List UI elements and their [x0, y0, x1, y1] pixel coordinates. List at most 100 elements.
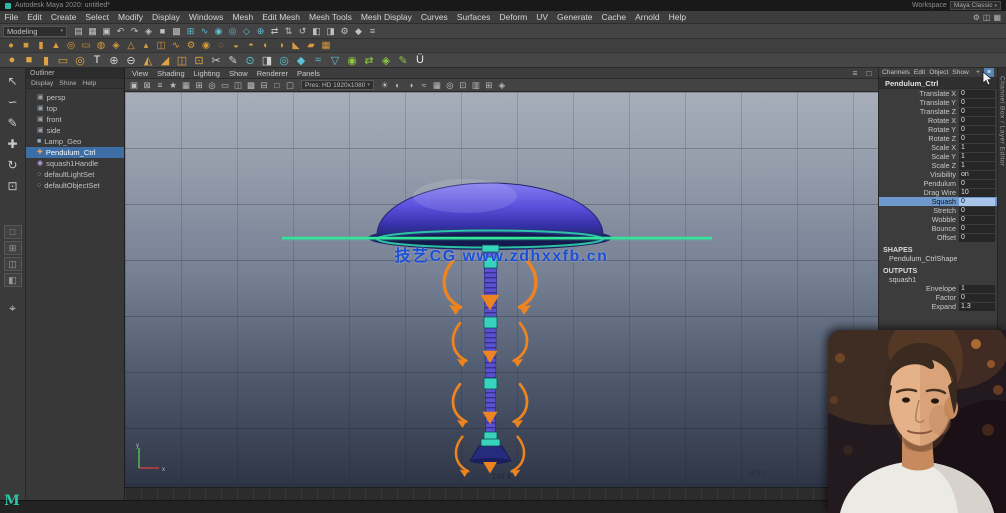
Squash[interactable]: Squash 0	[879, 197, 997, 206]
outliner-tab[interactable]: Outliner	[26, 68, 124, 79]
lasso-tool[interactable]: ∽	[3, 92, 23, 111]
isolate-select-icon[interactable]: ⊡	[457, 80, 469, 91]
poly-wedge-icon[interactable]: ◣	[289, 40, 303, 52]
viewport-menu[interactable]: Shading	[153, 69, 189, 78]
Rotate X[interactable]: Rotate X 0	[879, 116, 997, 125]
Rotate Y[interactable]: Rotate Y 0	[879, 125, 997, 134]
scale-tool[interactable]: ⊡	[3, 176, 23, 195]
channel-value-field[interactable]: 1.3	[959, 303, 995, 311]
render-frame-icon[interactable]: ◧	[310, 25, 323, 38]
ik-handle-icon[interactable]: ⇄	[361, 53, 377, 67]
poly-cube-icon[interactable]: ■	[19, 40, 33, 52]
pan-zoom-icon[interactable]: ⊞	[193, 80, 205, 91]
snap-grid-icon[interactable]: ⊞	[184, 25, 197, 38]
poly-helix-icon[interactable]: ∿	[169, 40, 183, 52]
quad-draw-icon[interactable]: ✎	[225, 53, 241, 67]
two-pane-layout-button[interactable]: ◫	[4, 257, 22, 271]
hypershade-icon[interactable]: ◆	[352, 25, 365, 38]
menu-item[interactable]: Modify	[114, 12, 148, 22]
menu-set-selector[interactable]: Modeling ▾	[3, 26, 67, 37]
poly-prism-icon[interactable]: ▴	[139, 40, 153, 52]
workspace-grid-icon[interactable]: ▦	[993, 13, 1001, 22]
Offset[interactable]: Offset 0	[879, 233, 997, 242]
channel-value-field[interactable]: 1	[959, 285, 995, 293]
channel-value-field[interactable]: 10	[959, 189, 995, 197]
snap-view-plane-icon[interactable]: ◇	[240, 25, 253, 38]
save-scene-icon[interactable]: ▣	[100, 25, 113, 38]
safe-title-icon[interactable]: ▢	[284, 80, 296, 91]
poly-pyramid-icon[interactable]: △	[124, 40, 138, 52]
wireframe-on-shaded-icon[interactable]: ◈	[496, 80, 508, 91]
workspace-selector[interactable]: Maya Classic ▾	[950, 1, 1001, 10]
select-camera-icon[interactable]: ▣	[128, 80, 140, 91]
mirror-icon[interactable]: ◨	[259, 53, 275, 67]
Rotate Z[interactable]: Rotate Z 0	[879, 134, 997, 143]
Scale Z[interactable]: Scale Z 1	[879, 161, 997, 170]
four-pane-layout-button[interactable]: ⊞	[4, 241, 22, 255]
image-plane-icon[interactable]: ▦	[180, 80, 192, 91]
time-slider[interactable]	[125, 487, 878, 500]
Factor[interactable]: Factor 0	[879, 293, 997, 302]
channel-value-field[interactable]: 0	[959, 198, 995, 206]
boolean-icon[interactable]: ◭	[140, 53, 156, 67]
menu-item[interactable]: Create	[46, 12, 81, 22]
select-hierarchy-icon[interactable]: ◈	[142, 25, 155, 38]
select-tool[interactable]: ↖	[3, 71, 23, 90]
channel-value-field[interactable]: 1	[959, 153, 995, 161]
lock-camera-icon[interactable]: ⊠	[141, 80, 153, 91]
new-scene-icon[interactable]: ▤	[72, 25, 85, 38]
reduce-icon[interactable]: ▽	[327, 53, 343, 67]
input-connections-icon[interactable]: ⇄	[268, 25, 281, 38]
viewport-menu[interactable]: View	[128, 69, 152, 78]
rotate-tool[interactable]: ↻	[3, 155, 23, 174]
channel-value-field[interactable]: 0	[959, 225, 995, 233]
outliner-item-squash-handle[interactable]: ◉ squash1Handle	[26, 158, 124, 169]
redo-icon[interactable]: ↷	[128, 25, 141, 38]
motion-blur-icon[interactable]: ≈	[418, 80, 430, 91]
target-weld-icon[interactable]: ⊙	[242, 53, 258, 67]
persp-outliner-layout-button[interactable]: ◧	[4, 273, 22, 287]
poly-ring-icon[interactable]: ◓	[244, 40, 258, 52]
bookmarks-icon[interactable]: ★	[167, 80, 179, 91]
poly-gear-icon[interactable]: ⚙	[184, 40, 198, 52]
channel-value-field[interactable]: 0	[959, 135, 995, 143]
gate-mask-icon[interactable]: ▩	[245, 80, 257, 91]
menu-item[interactable]: Mesh Tools	[305, 12, 357, 22]
smooth-icon[interactable]: ≈	[310, 53, 326, 67]
zoom-tool[interactable]: ⌖	[3, 299, 23, 318]
soft-select-icon[interactable]: ◎	[276, 53, 292, 67]
menu-item[interactable]: Help	[664, 12, 690, 22]
channel-value-field[interactable]: 0	[959, 99, 995, 107]
render-settings-icon[interactable]: ⚙	[338, 25, 351, 38]
xray-icon[interactable]: ▥	[470, 80, 482, 91]
menu-item[interactable]: Mesh Display	[356, 12, 416, 22]
open-scene-icon[interactable]: ▦	[86, 25, 99, 38]
viewport-menu[interactable]: Lighting	[190, 69, 224, 78]
make-live-icon[interactable]: ⊕	[254, 25, 267, 38]
viewport-menu[interactable]: Panels	[293, 69, 324, 78]
poly-platonic-icon[interactable]: ◈	[109, 40, 123, 52]
poly-disc-icon[interactable]: ◍	[94, 40, 108, 52]
workspace-panes-icon[interactable]: ◫	[983, 13, 991, 22]
channel-box-menu[interactable]: Object	[929, 69, 948, 76]
menu-item[interactable]: Mesh	[228, 12, 258, 22]
outliner-item-top[interactable]: ▣ top	[26, 103, 124, 114]
viewport-menu[interactable]: Renderer	[253, 69, 292, 78]
menu-item[interactable]: Curves	[416, 12, 452, 22]
menu-item[interactable]: UV	[532, 12, 553, 22]
channel-box-menu[interactable]: Edit	[914, 69, 925, 76]
move-tool[interactable]: ✚	[3, 134, 23, 153]
snap-curve-icon[interactable]: ∿	[198, 25, 211, 38]
undo-icon[interactable]: ↶	[114, 25, 127, 38]
poly-cylinder-icon[interactable]: ▮	[34, 40, 48, 52]
text-tool-icon[interactable]: T	[89, 53, 105, 67]
single-pane-layout-button[interactable]: □	[4, 225, 22, 239]
oversampling-icon[interactable]: ◎	[206, 80, 218, 91]
construction-history-icon[interactable]: ↺	[296, 25, 309, 38]
Pendulum[interactable]: Pendulum 0	[879, 179, 997, 188]
outliner-item-default-object-set[interactable]: ○ defaultObjectSet	[26, 180, 124, 191]
SHAPES[interactable]: SHAPES	[879, 245, 997, 254]
channel-value-field[interactable]: 0	[959, 126, 995, 134]
menu-item[interactable]: Arnold	[631, 12, 665, 22]
menu-item[interactable]: Cache	[597, 12, 631, 22]
